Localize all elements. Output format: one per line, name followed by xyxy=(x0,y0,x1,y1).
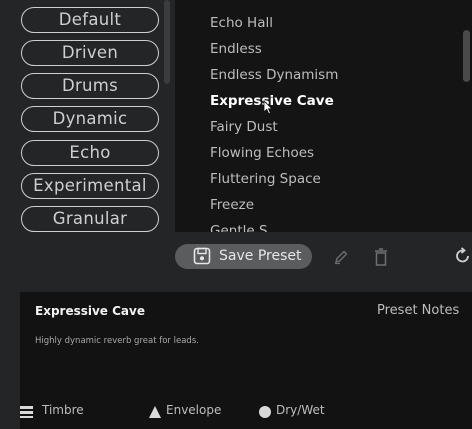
list-item[interactable]: Fairy Dust xyxy=(210,119,278,135)
tag-envelope: Envelope xyxy=(166,403,222,417)
list-item[interactable]: Flowing Echoes xyxy=(210,145,314,161)
preset-notes-label: Preset Notes xyxy=(377,303,460,318)
bars-icon xyxy=(20,404,34,423)
trash-icon[interactable] xyxy=(373,248,389,270)
category-driven[interactable]: Driven xyxy=(21,40,159,66)
preset-name: Expressive Cave xyxy=(35,304,145,318)
preset-scrollbar[interactable] xyxy=(463,30,470,82)
preset-notes-panel: Expressive Cave Preset Notes Highly dyna… xyxy=(20,292,472,429)
list-item[interactable]: Endless xyxy=(210,41,262,57)
preset-list: Echo Hall Endless Endless Dynamism Expre… xyxy=(175,0,472,232)
preset-description[interactable]: Highly dynamic reverb great for leads. xyxy=(35,336,199,346)
category-drums[interactable]: Drums xyxy=(21,73,159,99)
save-icon xyxy=(193,247,211,269)
category-experimental[interactable]: Experimental xyxy=(21,173,159,199)
category-dynamic[interactable]: Dynamic xyxy=(21,106,159,132)
list-item[interactable]: Endless Dynamism xyxy=(210,67,338,83)
list-item[interactable]: Echo Hall xyxy=(210,15,273,31)
category-default[interactable]: Default xyxy=(21,7,159,33)
refresh-icon[interactable] xyxy=(454,247,472,269)
triangle-icon xyxy=(148,404,162,423)
category-granular[interactable]: Granular xyxy=(21,206,159,232)
tag-timbre: Timbre xyxy=(42,403,84,417)
mouse-cursor-icon xyxy=(263,100,273,115)
edit-icon[interactable] xyxy=(333,249,349,269)
list-item[interactable]: Freeze xyxy=(210,197,254,213)
category-scrollbar[interactable] xyxy=(164,0,170,84)
save-preset-button[interactable]: Save Preset xyxy=(175,244,312,269)
category-list: Default Driven Drums Dynamic Echo Experi… xyxy=(0,0,172,240)
list-item[interactable]: Gentle S... xyxy=(210,223,280,232)
circle-icon xyxy=(258,404,272,423)
tag-dry-wet: Dry/Wet xyxy=(276,403,325,417)
save-preset-label: Save Preset xyxy=(219,248,302,264)
category-echo[interactable]: Echo xyxy=(21,140,159,166)
list-item[interactable]: Fluttering Space xyxy=(210,171,321,187)
